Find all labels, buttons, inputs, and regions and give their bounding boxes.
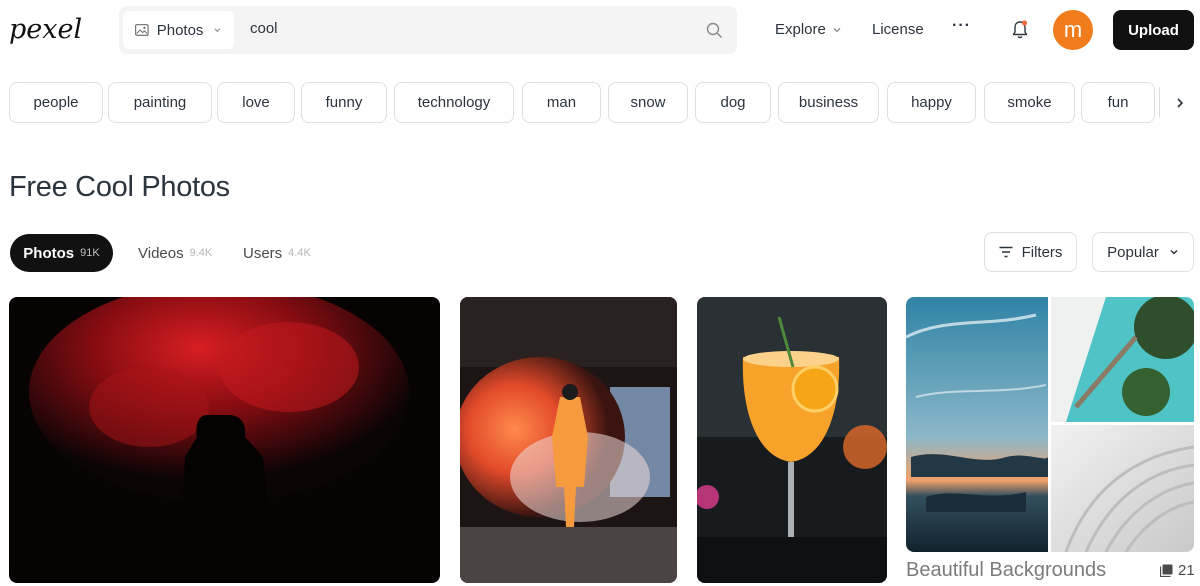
nav-explore[interactable]: Explore <box>775 21 842 38</box>
chip-man[interactable]: man <box>522 82 601 123</box>
tab-users[interactable]: Users 4.4K <box>243 234 311 272</box>
tab-photos-count: 91K <box>80 247 100 259</box>
tab-photos-label: Photos <box>23 244 75 262</box>
tab-videos-count: 9.4K <box>189 247 213 259</box>
collection-title[interactable]: Beautiful Backgrounds <box>906 559 1106 582</box>
tab-videos-label: Videos <box>138 244 184 262</box>
filters-button[interactable]: Filters <box>984 232 1077 272</box>
more-menu-button[interactable]: ··· <box>952 17 971 35</box>
upload-button[interactable]: Upload <box>1113 10 1194 50</box>
bell-icon[interactable] <box>1010 19 1030 41</box>
collection-card[interactable] <box>906 297 1194 552</box>
photo-orange-cocktail[interactable] <box>697 297 887 583</box>
sort-label: Popular <box>1107 243 1159 261</box>
search-input[interactable]: cool <box>250 20 278 37</box>
photo-flare-smoke-person[interactable] <box>460 297 677 583</box>
chip-love[interactable]: love <box>217 82 295 123</box>
svg-text:pexels: pexels <box>9 14 81 45</box>
nav-explore-label: Explore <box>775 21 826 38</box>
tab-users-label: Users <box>243 244 283 262</box>
collection-count: 21 <box>1160 562 1195 579</box>
chevron-down-icon <box>1170 249 1178 255</box>
related-searches: people painting love funny technology ma… <box>9 82 1200 123</box>
tab-photos[interactable]: Photos 91K <box>10 234 113 272</box>
avatar[interactable]: m <box>1053 10 1093 50</box>
nav-license[interactable]: License <box>872 21 924 38</box>
page-title: Free Cool Photos <box>9 171 230 203</box>
chip-smoke[interactable]: smoke <box>984 82 1075 123</box>
filters-label: Filters <box>1021 243 1063 261</box>
chip-funny[interactable]: funny <box>301 82 387 123</box>
chip-dog[interactable]: dog <box>695 82 771 123</box>
image-icon <box>135 24 149 36</box>
search-icon[interactable] <box>706 22 723 39</box>
search-bar: Photos cool <box>119 6 737 54</box>
chip-fun[interactable]: fun <box>1081 82 1155 123</box>
search-type-label: Photos <box>156 21 204 39</box>
chips-next-button[interactable] <box>1160 82 1200 123</box>
tab-users-count: 4.4K <box>288 247 311 259</box>
chip-snow[interactable]: snow <box>608 82 688 123</box>
filter-icon <box>999 246 1013 258</box>
chip-happy[interactable]: happy <box>887 82 976 123</box>
chip-painting[interactable]: painting <box>108 82 212 123</box>
chip-technology[interactable]: technology <box>394 82 514 123</box>
chip-people[interactable]: people <box>9 82 103 123</box>
photo-red-smoke-figure[interactable] <box>9 297 440 583</box>
pexels-logo[interactable]: pexels <box>9 12 81 48</box>
search-type-dropdown[interactable]: Photos <box>123 11 354 49</box>
tab-videos[interactable]: Videos 9.4K <box>138 234 212 272</box>
chevron-right-icon <box>1177 97 1184 108</box>
chevron-down-icon <box>214 28 221 33</box>
sort-dropdown[interactable]: Popular <box>1092 232 1194 272</box>
collection-icon <box>1160 564 1173 577</box>
chevron-down-icon <box>833 27 841 32</box>
collection-count-value: 21 <box>1178 562 1195 579</box>
chip-business[interactable]: business <box>778 82 879 123</box>
